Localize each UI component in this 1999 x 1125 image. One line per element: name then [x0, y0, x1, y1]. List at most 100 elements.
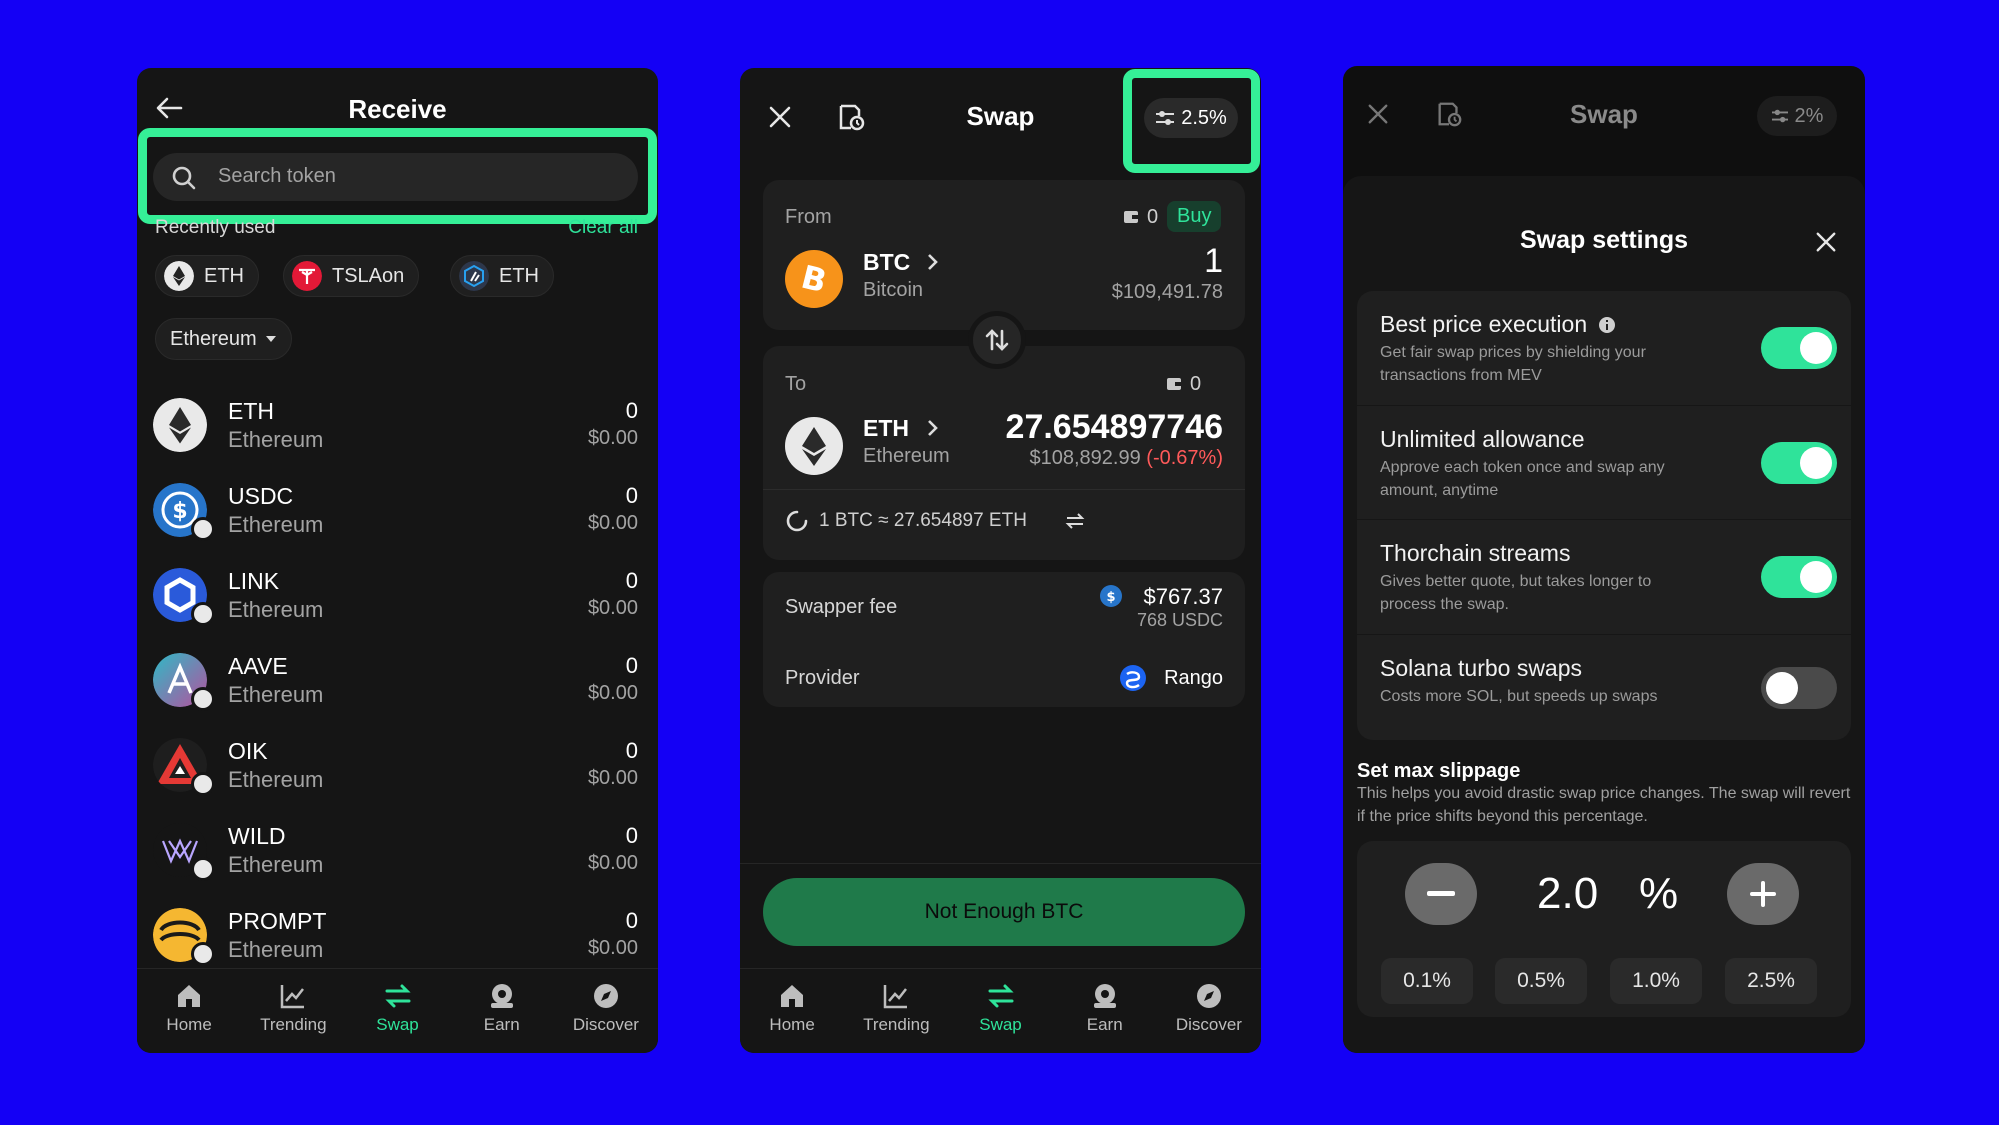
wallet-icon — [1124, 211, 1138, 223]
refresh-spinner-icon — [786, 510, 808, 532]
toggle-knob — [1800, 561, 1832, 593]
nav-label: Discover — [572, 1015, 639, 1034]
unlimited-allowance-toggle[interactable] — [1761, 442, 1837, 484]
submit-swap-button[interactable]: Not Enough BTC — [763, 878, 1245, 946]
nav-swap[interactable]: Swap — [948, 969, 1052, 1053]
slippage-title: Set max slippage — [1357, 760, 1521, 782]
thorchain-streams-toggle[interactable] — [1761, 556, 1837, 598]
to-usd-value: $108,892.99 — [1029, 447, 1141, 469]
token-row-usdc[interactable]: $ USDC Ethereum 0 $0.00 — [153, 471, 638, 555]
preset-slippage-0-5[interactable]: 0.5% — [1495, 958, 1587, 1004]
ethereum-network-badge — [191, 602, 215, 626]
nav-earn[interactable]: Earn — [450, 969, 554, 1053]
increase-slippage-button[interactable] — [1727, 863, 1799, 925]
fee-card: Swapper fee $ $767.37 768 USDC Provider … — [763, 572, 1245, 707]
token-row-aave[interactable]: AAVE Ethereum 0 $0.00 — [153, 641, 638, 725]
token-row-link[interactable]: LINK Ethereum 0 $0.00 — [153, 556, 638, 640]
earn-icon — [490, 984, 513, 1008]
to-amount: 27.654897746 — [1005, 408, 1223, 446]
token-usd-value: $0.00 — [587, 427, 638, 449]
from-name: Bitcoin — [863, 279, 924, 301]
swap-direction-button[interactable] — [968, 311, 1026, 369]
to-name: Ethereum — [863, 445, 950, 467]
setting-description: Approve each token once and swap any amo… — [1380, 459, 1665, 499]
token-symbol: PROMPT — [228, 908, 327, 934]
recent-chip-label: ETH — [204, 264, 244, 287]
nav-label: Swap — [979, 1015, 1022, 1034]
token-network: Ethereum — [228, 512, 324, 537]
search-highlight — [138, 128, 657, 224]
preset-slippage-0-1[interactable]: 0.1% — [1381, 958, 1473, 1004]
close-sheet-icon[interactable] — [1815, 231, 1837, 253]
nav-home[interactable]: Home — [137, 969, 241, 1053]
to-symbol[interactable]: ETH — [863, 415, 909, 442]
token-usd-value: $0.00 — [587, 682, 638, 704]
eth-token-icon[interactable] — [785, 417, 843, 475]
provider-name[interactable]: Rango — [1164, 667, 1223, 690]
preset-slippage-1-0[interactable]: 1.0% — [1610, 958, 1702, 1004]
to-balance: 0 — [1190, 373, 1202, 395]
token-symbol: AAVE — [228, 653, 288, 679]
nav-earn[interactable]: Earn — [1053, 969, 1157, 1053]
decrease-slippage-button[interactable] — [1405, 863, 1477, 925]
slippage-value[interactable]: 2.0 — [1537, 869, 1598, 919]
token-usd-value: $0.00 — [587, 852, 638, 874]
chevron-right-icon[interactable] — [927, 419, 939, 437]
nav-label: Trending — [260, 1015, 327, 1034]
nav-label: Trending — [863, 1015, 930, 1034]
setting-description: Get fair swap prices by shielding your t… — [1380, 344, 1646, 384]
clear-all-button[interactable]: Clear all — [568, 217, 638, 239]
nav-discover[interactable]: Discover — [1157, 969, 1261, 1053]
svg-text:$: $ — [1106, 590, 1115, 605]
network-selector-label: Ethereum — [170, 327, 257, 350]
divider — [763, 489, 1245, 490]
network-selector[interactable]: Ethereum — [155, 318, 292, 360]
toggle-knob — [1800, 332, 1832, 364]
from-card: From 0 Buy B BTC Bitcoin 1 $109,491.78 — [763, 180, 1245, 330]
swap-icon — [987, 984, 1014, 1008]
btc-token-icon[interactable]: B — [785, 250, 843, 308]
recent-chip-tslaon[interactable]: TSLAon — [283, 255, 420, 297]
recent-chip-label: TSLAon — [332, 264, 405, 287]
nav-discover[interactable]: Discover — [554, 969, 658, 1053]
best-price-toggle[interactable] — [1761, 327, 1837, 369]
earn-icon — [1093, 984, 1116, 1008]
nav-trending[interactable]: Trending — [844, 969, 948, 1053]
chevron-right-icon[interactable] — [927, 253, 939, 271]
receive-screen: Receive Search token Recently used Clear… — [137, 68, 658, 1053]
token-row-eth[interactable]: ETH Ethereum 0 $0.00 — [153, 386, 638, 470]
recent-chip-label: ETH — [499, 264, 539, 287]
arbitrum-icon — [459, 261, 489, 291]
swap-vertical-icon — [985, 329, 1009, 351]
eth-token-icon — [153, 398, 207, 452]
from-amount[interactable]: 1 — [1204, 242, 1223, 281]
solana-turbo-toggle[interactable] — [1761, 667, 1837, 709]
exchange-rate: 1 BTC ≈ 27.654897 ETH — [819, 510, 1027, 531]
from-symbol[interactable]: BTC — [863, 249, 910, 276]
nav-trending[interactable]: Trending — [241, 969, 345, 1053]
fee-usd: $767.37 — [1143, 584, 1223, 609]
info-icon[interactable] — [1598, 316, 1616, 334]
rate-toggle-icon[interactable] — [1065, 512, 1085, 530]
preset-slippage-2-5[interactable]: 2.5% — [1725, 958, 1817, 1004]
nav-swap[interactable]: Swap — [345, 969, 449, 1053]
from-label: From — [785, 206, 832, 228]
nav-home[interactable]: Home — [740, 969, 844, 1053]
plus-icon — [1750, 881, 1776, 907]
buy-button[interactable]: Buy — [1167, 201, 1222, 232]
ethereum-network-badge — [191, 857, 215, 881]
token-row-oik[interactable]: OIK Ethereum 0 $0.00 — [153, 726, 638, 810]
token-usd-value: $0.00 — [587, 512, 638, 534]
recent-chip-eth-arbitrum[interactable]: ETH — [450, 255, 554, 297]
setting-description: Gives better quote, but takes longer to … — [1380, 573, 1652, 613]
token-symbol: USDC — [228, 483, 294, 509]
token-balance: 0 — [625, 908, 638, 933]
price-impact: (-0.67%) — [1146, 447, 1223, 469]
token-row-wild[interactable]: WILD Ethereum 0 $0.00 — [153, 811, 638, 895]
token-network: Ethereum — [228, 852, 324, 877]
trending-icon — [884, 985, 908, 1009]
recent-chip-eth[interactable]: ETH — [155, 255, 259, 297]
token-network: Ethereum — [228, 427, 324, 452]
sliders-icon — [1771, 109, 1788, 123]
slippage-control: 2.0 % 0.1% 0.5% 1.0% 2.5% — [1357, 841, 1851, 1017]
